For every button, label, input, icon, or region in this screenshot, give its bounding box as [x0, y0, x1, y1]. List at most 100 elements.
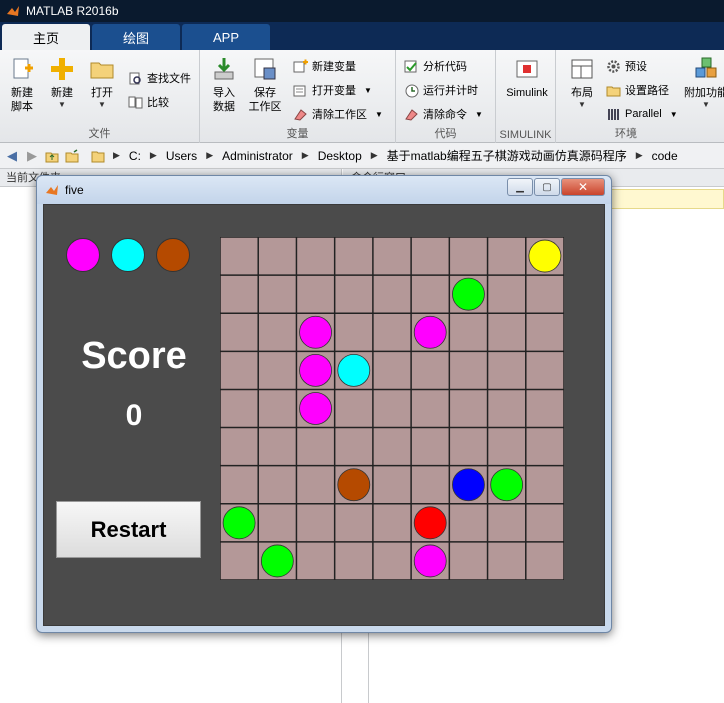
up-folder-icon[interactable] — [44, 148, 60, 164]
file-group-label: 文件 — [88, 128, 111, 140]
game-ball-green[interactable] — [222, 506, 256, 540]
save-workspace-button[interactable]: 保存 工作区 — [245, 56, 285, 114]
parallel-button[interactable]: Parallel ▼ — [606, 104, 678, 124]
simulink-group: Simulink SIMULINK — [496, 50, 556, 143]
next-ball-2 — [111, 238, 145, 272]
minimize-icon[interactable]: ▁ — [507, 178, 533, 196]
variable-group-label: 变量 — [286, 128, 309, 140]
chevron-down-icon: ▼ — [375, 109, 383, 119]
gear-icon — [607, 59, 620, 73]
parallel-icon — [608, 108, 619, 120]
parallel-label: Parallel — [625, 108, 662, 120]
open-variable-icon — [293, 85, 306, 96]
addons-button[interactable]: 附加功能 ▼ — [684, 56, 724, 110]
compare-button[interactable]: 比较 — [128, 92, 169, 112]
ribbon-tab-row: 主页 绘图 APP — [0, 22, 724, 50]
game-ball-green[interactable] — [490, 468, 524, 502]
game-ball-green[interactable] — [260, 544, 294, 578]
simulink-icon — [516, 60, 538, 78]
set-path-button[interactable]: 设置路径 — [606, 80, 669, 100]
clear-commands-button[interactable]: 清除命令 ▼ — [404, 104, 483, 124]
score-value: 0 — [125, 399, 143, 432]
game-board[interactable] — [220, 237, 564, 580]
run-and-time-button[interactable]: 运行并计时 — [404, 80, 478, 100]
tab-plots[interactable]: 绘图 — [92, 24, 180, 50]
breadcrumb-separator-icon: ▶ — [370, 150, 378, 160]
chevron-down-icon: ▼ — [98, 100, 106, 109]
game-ball-magenta[interactable] — [299, 315, 332, 349]
close-icon[interactable]: ✕ — [561, 178, 605, 196]
environment-group-label: 环境 — [615, 128, 637, 140]
game-ball-red[interactable] — [413, 506, 447, 540]
simulink-button[interactable]: Simulink — [500, 56, 554, 100]
maximize-icon[interactable]: ▢ — [534, 178, 560, 196]
environment-group: 布局 ▼ 预设 设置路径 Parallel ▼ 附加功能 ▼ 环境 — [556, 50, 724, 143]
preferences-button[interactable]: 预设 — [606, 56, 647, 76]
set-path-label: 设置路径 — [625, 85, 669, 97]
chevron-down-icon: ▼ — [364, 85, 372, 95]
browse-folder-icon[interactable] — [64, 148, 80, 164]
restart-button[interactable]: Restart — [56, 501, 201, 558]
find-files-button[interactable]: 查找文件 — [128, 68, 191, 88]
save-workspace-icon — [254, 58, 276, 80]
breadcrumb-code[interactable]: code — [650, 149, 680, 163]
chevron-down-icon: ▼ — [578, 100, 586, 109]
new-button[interactable]: 新建 ▼ — [42, 56, 82, 110]
compare-icon — [128, 96, 143, 108]
breadcrumb-project-folder[interactable]: 基于matlab编程五子棋游戏动画仿真源码程序 — [385, 147, 629, 164]
back-arrow-icon[interactable]: ◀ — [4, 148, 20, 164]
breadcrumb-c-drive[interactable]: C: — [127, 149, 143, 163]
run-and-time-icon — [405, 84, 419, 97]
open-button[interactable]: 打开 ▼ — [82, 56, 122, 110]
breadcrumb-separator-icon: ▶ — [206, 150, 214, 160]
breadcrumb-administrator[interactable]: Administrator — [220, 149, 295, 163]
matlab-logo-icon — [7, 6, 19, 16]
new-variable-button[interactable]: 新建变量 — [293, 56, 356, 76]
folder-icon — [90, 148, 106, 164]
open-variable-label: 打开变量 — [312, 85, 356, 97]
chevron-down-icon: ▼ — [669, 109, 678, 119]
clear-workspace-label: 清除工作区 — [312, 109, 367, 121]
game-ball-magenta[interactable] — [299, 353, 332, 387]
game-ball-green[interactable] — [452, 277, 485, 311]
import-data-icon — [214, 58, 234, 80]
open-variable-button[interactable]: 打开变量 ▼ — [293, 80, 372, 100]
chevron-down-icon: ▼ — [475, 109, 483, 119]
import-data-button[interactable]: 导入 数据 — [204, 56, 244, 114]
new-variable-label: 新建变量 — [312, 61, 356, 73]
game-ball-magenta[interactable] — [413, 315, 447, 349]
app-title: MATLAB R2016b — [26, 4, 119, 18]
game-ball-cyan[interactable] — [337, 353, 371, 387]
game-ball-brown[interactable] — [337, 468, 371, 502]
breadcrumb-desktop[interactable]: Desktop — [316, 149, 364, 163]
layout-label: 布局 — [571, 87, 593, 99]
addons-label: 附加功能 — [684, 87, 724, 99]
file-group: 新建 脚本 新建 ▼ 打开 ▼ 查找文件 比较 文件 — [0, 50, 200, 143]
breadcrumb-users[interactable]: Users — [164, 149, 199, 163]
matlab-logo-icon — [46, 185, 58, 195]
compare-label: 比较 — [147, 97, 169, 109]
tab-apps[interactable]: APP — [182, 24, 270, 50]
game-canvas: Score 0 Restart — [43, 204, 605, 626]
tab-home[interactable]: 主页 — [2, 24, 90, 50]
new-script-button[interactable]: 新建 脚本 — [2, 56, 42, 114]
new-label: 新建 — [51, 87, 73, 99]
game-ball-magenta[interactable] — [413, 544, 447, 578]
import-data-label: 导入 数据 — [213, 87, 235, 113]
game-ball-yellow[interactable] — [528, 239, 562, 273]
figure-title: five — [65, 183, 84, 197]
analyze-code-button[interactable]: 分析代码 — [404, 56, 467, 76]
addons-cubes-icon — [695, 57, 717, 78]
new-plus-icon — [51, 58, 73, 80]
game-ball-magenta[interactable] — [299, 392, 332, 425]
layout-button[interactable]: 布局 ▼ — [562, 56, 602, 110]
ribbon-toolstrip: 新建 脚本 新建 ▼ 打开 ▼ 查找文件 比较 文件 导入 数据 保存 工作区 … — [0, 50, 724, 143]
layout-icon — [571, 59, 593, 79]
analyze-code-label: 分析代码 — [423, 61, 467, 73]
breadcrumb-separator-icon: ▶ — [149, 150, 157, 160]
clear-workspace-button[interactable]: 清除工作区 ▼ — [293, 104, 383, 124]
new-script-label: 新建 脚本 — [11, 87, 33, 113]
game-ball-blue[interactable] — [452, 468, 485, 502]
next-ball-3 — [156, 238, 190, 272]
forward-arrow-icon[interactable]: ▶ — [24, 148, 40, 164]
